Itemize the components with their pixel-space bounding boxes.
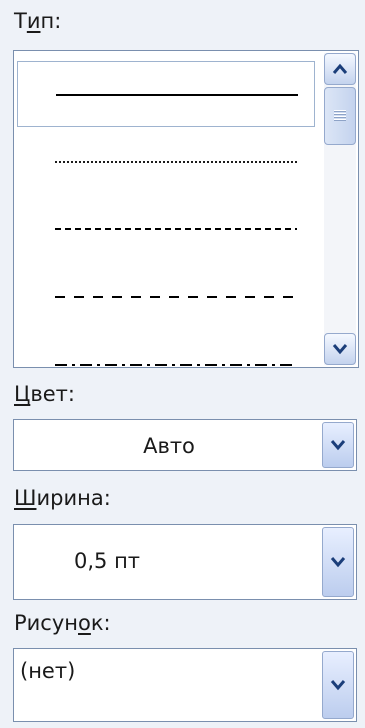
color-dropdown[interactable]: Авто bbox=[13, 419, 357, 471]
color-dropdown-button[interactable] bbox=[322, 422, 354, 468]
dash-dot-line-sample bbox=[55, 364, 297, 366]
dotted-line-sample bbox=[55, 161, 297, 163]
width-value: 0,5 пт bbox=[74, 549, 141, 573]
line-style-dash-dot[interactable] bbox=[17, 333, 315, 367]
scroll-thumb[interactable] bbox=[324, 87, 356, 145]
pattern-dropdown-button[interactable] bbox=[322, 651, 354, 719]
pattern-label: Рисунок: bbox=[14, 611, 111, 635]
type-label: Тип: bbox=[14, 9, 62, 33]
chevron-down-icon bbox=[330, 680, 346, 691]
chevron-up-icon bbox=[332, 63, 348, 74]
line-style-long-dash[interactable] bbox=[17, 265, 315, 331]
chevron-down-icon bbox=[330, 440, 346, 451]
line-style-scrollbar[interactable] bbox=[324, 53, 356, 365]
width-label: Ширина: bbox=[14, 486, 111, 510]
line-style-list[interactable] bbox=[13, 50, 359, 368]
grip-icon bbox=[334, 110, 346, 122]
scroll-up-button[interactable] bbox=[324, 53, 356, 85]
long-dash-line-sample bbox=[55, 296, 297, 298]
width-dropdown-button[interactable] bbox=[322, 527, 354, 597]
solid-line-sample bbox=[56, 94, 298, 96]
chevron-down-icon bbox=[332, 344, 348, 355]
color-label: Цвет: bbox=[14, 382, 75, 406]
line-style-solid[interactable] bbox=[17, 61, 315, 127]
pattern-dropdown[interactable]: (нет) bbox=[13, 648, 357, 722]
line-style-dotted[interactable] bbox=[17, 129, 315, 195]
scroll-down-button[interactable] bbox=[324, 333, 356, 365]
chevron-down-icon bbox=[330, 557, 346, 568]
color-value: Авто bbox=[143, 434, 195, 458]
dashed-line-sample bbox=[55, 228, 297, 230]
width-dropdown[interactable]: 0,5 пт bbox=[13, 524, 357, 600]
pattern-value: (нет) bbox=[20, 659, 76, 683]
line-style-dashed[interactable] bbox=[17, 197, 315, 263]
